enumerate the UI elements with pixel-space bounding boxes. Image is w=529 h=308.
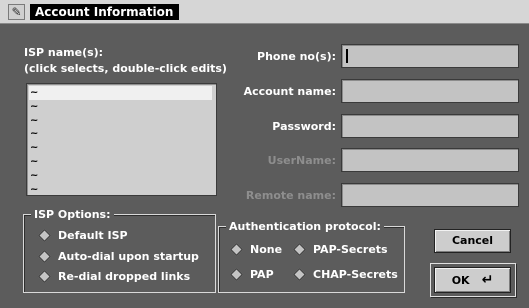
list-item[interactable]: ~ — [29, 86, 212, 100]
isp-options-title: ISP Options: — [31, 208, 114, 221]
auth-chap-secrets-option[interactable]: CHAP-Secrets — [293, 268, 398, 281]
auth-none-option[interactable]: None — [230, 243, 282, 256]
account-name-label: Account name: — [243, 85, 336, 98]
auth-protocol-title: Authentication protocol: — [226, 220, 384, 233]
phone-field[interactable] — [341, 44, 519, 68]
username-label: UserName: — [267, 154, 336, 167]
diamond-radio-icon — [38, 270, 51, 283]
isp-options-group: ISP Options: Default ISP Auto-dial upon … — [23, 208, 216, 293]
auth-pap-secrets-option[interactable]: PAP-Secrets — [293, 243, 388, 256]
redial-option[interactable]: Re-dial dropped links — [38, 270, 190, 283]
diamond-radio-icon — [230, 243, 243, 256]
list-item[interactable]: ~ — [27, 183, 216, 197]
username-field — [341, 148, 519, 172]
auth-protocol-group: Authentication protocol: None PAP-Secret… — [218, 220, 405, 293]
list-item[interactable]: ~ — [27, 141, 216, 155]
diamond-radio-icon — [293, 268, 306, 281]
list-item[interactable]: ~ — [27, 127, 216, 141]
remote-name-field — [341, 183, 519, 207]
text-cursor — [346, 49, 348, 63]
phone-label: Phone no(s): — [257, 50, 336, 63]
list-item[interactable]: ~ — [27, 155, 216, 169]
isp-names-label: ISP name(s): — [24, 46, 104, 59]
isp-names-hint: (click selects, double-click edits) — [24, 62, 227, 75]
list-item[interactable]: ~ — [27, 114, 216, 128]
cancel-button[interactable]: Cancel — [434, 229, 511, 253]
auto-dial-option[interactable]: Auto-dial upon startup — [38, 250, 199, 263]
default-isp-option[interactable]: Default ISP — [38, 229, 128, 242]
auth-pap-option[interactable]: PAP — [230, 268, 274, 281]
password-label: Password: — [272, 120, 336, 133]
ok-button-label: OK — [451, 274, 470, 287]
title-bar: ✎ Account Information — [0, 0, 529, 24]
diamond-radio-icon — [38, 250, 51, 263]
diamond-radio-icon — [38, 229, 51, 242]
password-field[interactable] — [341, 114, 519, 138]
diamond-radio-icon — [230, 268, 243, 281]
window-title: Account Information — [30, 4, 180, 20]
ok-button[interactable]: OK ↵ — [434, 267, 511, 293]
pen-icon[interactable]: ✎ — [8, 4, 25, 20]
remote-name-label: Remote name: — [245, 189, 336, 202]
diamond-radio-icon — [293, 243, 306, 256]
isp-name-list[interactable]: ~ ~ ~ ~ ~ ~ ~ ~ — [26, 83, 217, 196]
list-item[interactable]: ~ — [27, 169, 216, 183]
enter-key-icon: ↵ — [481, 272, 494, 288]
account-name-field[interactable] — [341, 79, 519, 103]
list-item[interactable]: ~ — [27, 100, 216, 114]
